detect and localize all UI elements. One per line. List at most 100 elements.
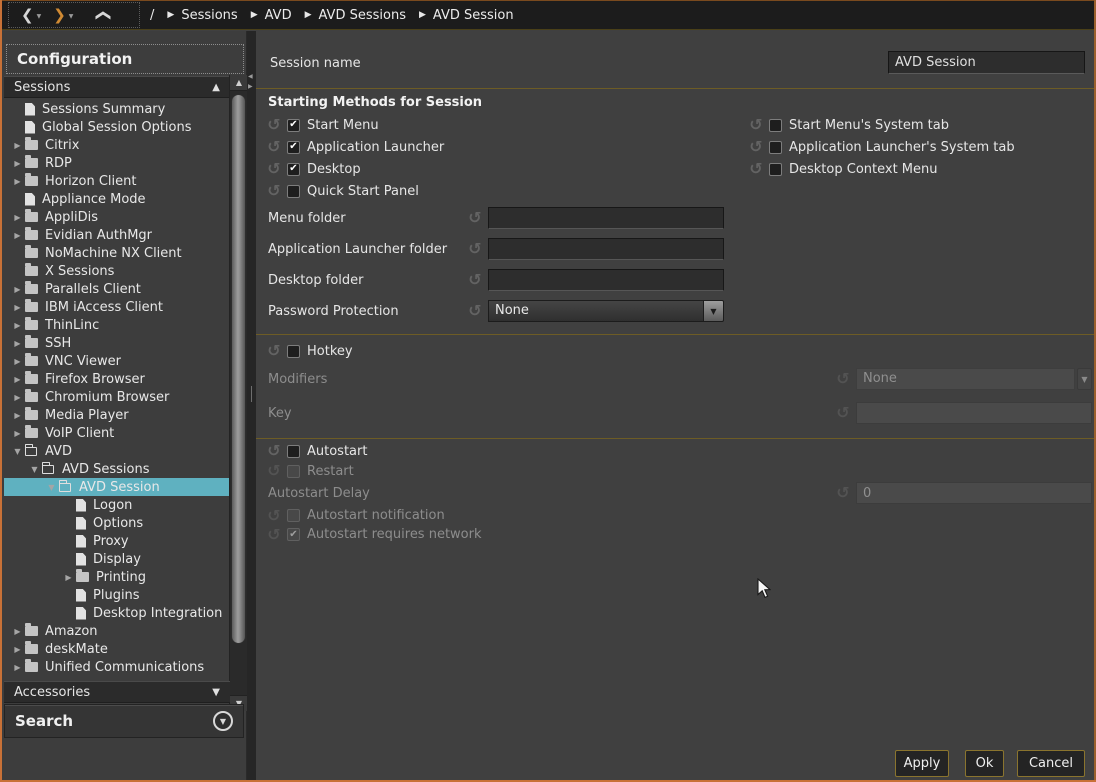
reset-icon[interactable]: ↺: [462, 241, 488, 257]
tree-item-chromium-browser[interactable]: ▶Chromium Browser: [4, 388, 231, 406]
expander-collapsed-icon[interactable]: ▶: [10, 375, 25, 384]
desktop-folder-input[interactable]: [488, 269, 724, 291]
sidebar-section-accessories[interactable]: Accessories ▼: [4, 681, 230, 703]
splitter-handle[interactable]: [251, 386, 252, 402]
tree-item-media-player[interactable]: ▶Media Player: [4, 406, 231, 424]
session-name-input[interactable]: [888, 51, 1085, 74]
breadcrumb-root[interactable]: /: [150, 8, 154, 23]
expander-collapsed-icon[interactable]: ▶: [10, 393, 25, 402]
breadcrumb-item-sessions[interactable]: ▶Sessions: [167, 8, 237, 23]
checkbox-autostart[interactable]: [287, 445, 300, 458]
cancel-button[interactable]: Cancel: [1017, 750, 1085, 777]
checkbox-quick-start-panel[interactable]: [287, 185, 300, 198]
checkbox-start-menu[interactable]: ✔: [287, 119, 300, 132]
expander-collapsed-icon[interactable]: ▶: [10, 663, 25, 672]
reset-icon[interactable]: ↺: [264, 117, 284, 133]
splitter-collapse-left-icon[interactable]: ◀: [248, 73, 253, 80]
reset-icon[interactable]: ↺: [746, 117, 766, 133]
tree-item-avd-session[interactable]: ▼AVD Session: [4, 478, 231, 496]
tree-item-vnc-viewer[interactable]: ▶VNC Viewer: [4, 352, 231, 370]
expander-collapsed-icon[interactable]: ▶: [10, 177, 25, 186]
application-launcher-folder-input[interactable]: [488, 238, 724, 260]
tree-item-amazon[interactable]: ▶Amazon: [4, 622, 231, 640]
expander-collapsed-icon[interactable]: ▶: [10, 213, 25, 222]
tree-item-proxy[interactable]: Proxy: [4, 532, 231, 550]
reset-icon[interactable]: ↺: [264, 343, 284, 359]
password-protection-select[interactable]: None▼: [488, 300, 724, 322]
tree-item-horizon-client[interactable]: ▶Horizon Client: [4, 172, 231, 190]
tree-item-options[interactable]: Options: [4, 514, 231, 532]
tree-item-printing[interactable]: ▶Printing: [4, 568, 231, 586]
tree-item-plugins[interactable]: Plugins: [4, 586, 231, 604]
tree-item-deskmate[interactable]: ▶deskMate: [4, 640, 231, 658]
expander-collapsed-icon[interactable]: ▶: [10, 645, 25, 654]
checkbox-hotkey[interactable]: [287, 345, 300, 358]
expander-collapsed-icon[interactable]: ▶: [10, 303, 25, 312]
reset-icon[interactable]: ↺: [462, 210, 488, 226]
expander-collapsed-icon[interactable]: ▶: [10, 159, 25, 168]
reset-icon[interactable]: ↺: [462, 272, 488, 288]
checkbox-desktop-context-menu[interactable]: [769, 163, 782, 176]
scroll-up-icon[interactable]: ▲: [230, 75, 248, 91]
reset-icon[interactable]: ↺: [264, 139, 284, 155]
expander-collapsed-icon[interactable]: ▶: [10, 321, 25, 330]
tree-item-sessions-summary[interactable]: Sessions Summary: [4, 100, 231, 118]
tree-item-thinlinc[interactable]: ▶ThinLinc: [4, 316, 231, 334]
expander-collapsed-icon[interactable]: ▶: [10, 285, 25, 294]
tree-item-evidian-authmgr[interactable]: ▶Evidian AuthMgr: [4, 226, 231, 244]
expander-expanded-icon[interactable]: ▼: [44, 483, 59, 492]
tree-item-voip-client[interactable]: ▶VoIP Client: [4, 424, 231, 442]
tree-item-rdp[interactable]: ▶RDP: [4, 154, 231, 172]
breadcrumb-item-avd-sessions[interactable]: ▶AVD Sessions: [305, 8, 406, 23]
tree-item-firefox-browser[interactable]: ▶Firefox Browser: [4, 370, 231, 388]
reset-icon[interactable]: ↺: [746, 139, 766, 155]
expander-expanded-icon[interactable]: ▼: [27, 465, 42, 474]
back-history-dropdown-icon[interactable]: ▼: [37, 13, 42, 20]
tree-item-parallels-client[interactable]: ▶Parallels Client: [4, 280, 231, 298]
breadcrumb-item-avd[interactable]: ▶AVD: [251, 8, 292, 23]
tree-item-unified-communications[interactable]: ▶Unified Communications: [4, 658, 231, 676]
expander-collapsed-icon[interactable]: ▶: [61, 573, 76, 582]
splitter-collapse-right-icon[interactable]: ▶: [248, 83, 253, 90]
expander-collapsed-icon[interactable]: ▶: [10, 429, 25, 438]
tree-item-nomachine-nx-client[interactable]: NoMachine NX Client: [4, 244, 231, 262]
dropdown-arrow-icon[interactable]: ▼: [704, 300, 724, 322]
breadcrumb-item-avd-session[interactable]: ▶AVD Session: [419, 8, 514, 23]
checkbox-application-launcher-s-system-tab[interactable]: [769, 141, 782, 154]
up-icon[interactable]: ❮: [96, 9, 111, 22]
search-collapse-icon[interactable]: ▼: [213, 711, 233, 731]
tree-item-global-session-options[interactable]: Global Session Options: [4, 118, 231, 136]
reset-icon[interactable]: ↺: [746, 161, 766, 177]
tree-item-desktop-integration[interactable]: Desktop Integration: [4, 604, 231, 622]
reset-icon[interactable]: ↺: [264, 443, 284, 459]
tree-scrollbar[interactable]: ▲ ▼: [229, 75, 247, 711]
menu-folder-input[interactable]: [488, 207, 724, 229]
tree-item-x-sessions[interactable]: X Sessions: [4, 262, 231, 280]
sidebar-section-sessions[interactable]: Sessions ▲: [4, 76, 230, 98]
expander-collapsed-icon[interactable]: ▶: [10, 411, 25, 420]
tree-item-avd[interactable]: ▼AVD: [4, 442, 231, 460]
checkbox-application-launcher[interactable]: ✔: [287, 141, 300, 154]
tree-item-applidis[interactable]: ▶AppliDis: [4, 208, 231, 226]
ok-button[interactable]: Ok: [965, 750, 1004, 777]
reset-icon[interactable]: ↺: [264, 161, 284, 177]
checkbox-start-menu-s-system-tab[interactable]: [769, 119, 782, 132]
expander-collapsed-icon[interactable]: ▶: [10, 357, 25, 366]
forward-icon[interactable]: ❯: [53, 8, 66, 23]
tree-item-ssh[interactable]: ▶SSH: [4, 334, 231, 352]
reset-icon[interactable]: ↺: [264, 183, 284, 199]
expander-collapsed-icon[interactable]: ▶: [10, 231, 25, 240]
forward-history-dropdown-icon[interactable]: ▼: [69, 13, 74, 20]
expander-expanded-icon[interactable]: ▼: [10, 447, 25, 456]
expander-collapsed-icon[interactable]: ▶: [10, 339, 25, 348]
tree-item-display[interactable]: Display: [4, 550, 231, 568]
back-icon[interactable]: ❮: [21, 8, 34, 23]
tree-item-ibm-iaccess-client[interactable]: ▶IBM iAccess Client: [4, 298, 231, 316]
expander-collapsed-icon[interactable]: ▶: [10, 141, 25, 150]
checkbox-desktop[interactable]: ✔: [287, 163, 300, 176]
apply-button[interactable]: Apply: [895, 750, 949, 777]
tree-item-citrix[interactable]: ▶Citrix: [4, 136, 231, 154]
search-panel-header[interactable]: Search ▼: [4, 704, 244, 738]
tree-item-logon[interactable]: Logon: [4, 496, 231, 514]
panel-splitter[interactable]: ◀ ▶: [247, 31, 256, 780]
